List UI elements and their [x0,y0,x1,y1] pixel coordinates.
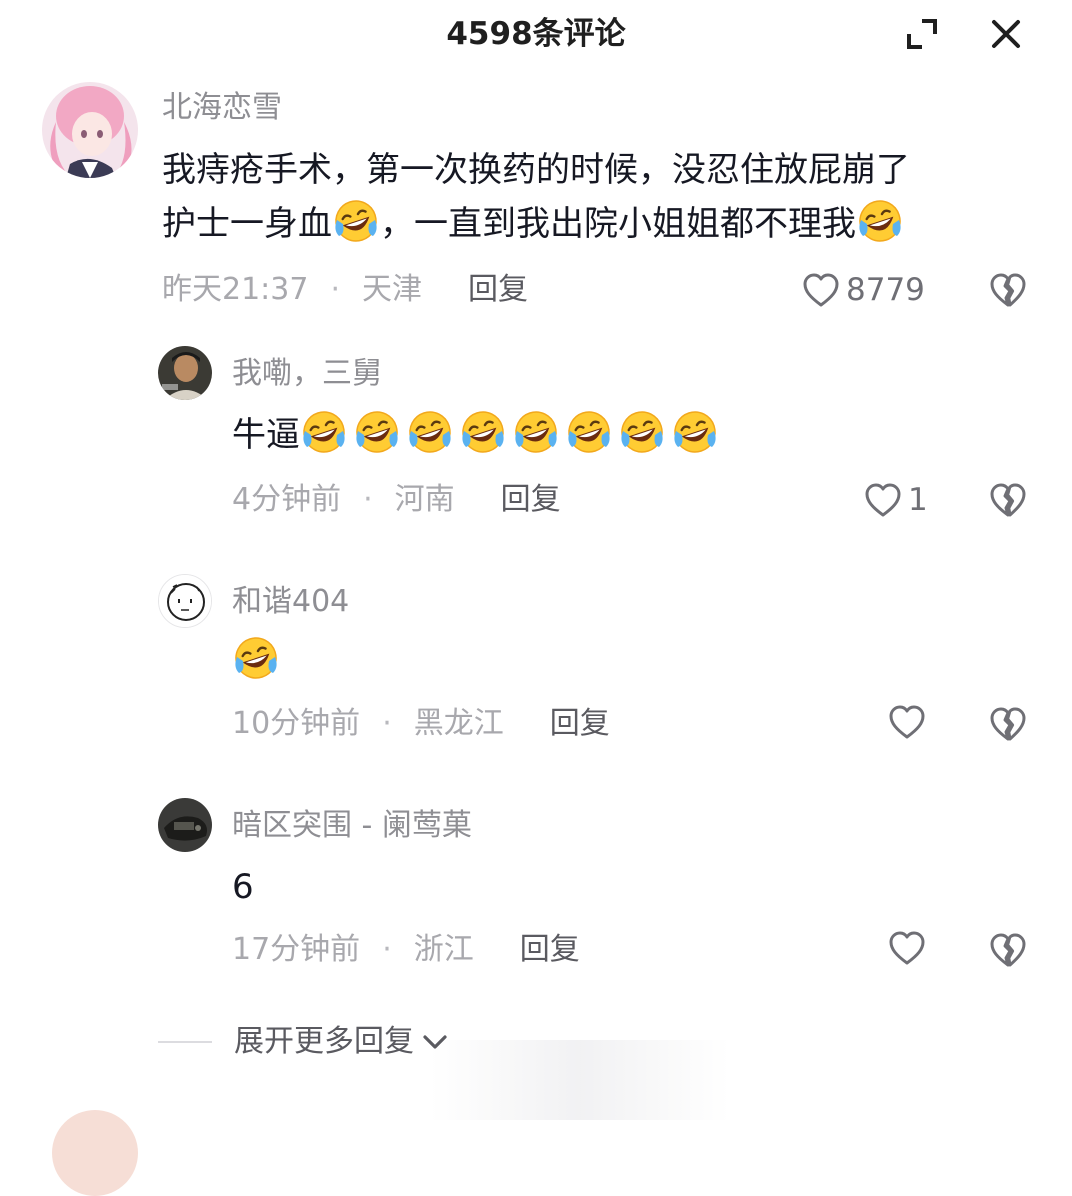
laughing-crying-emoji-icon [233,635,279,681]
laughing-crying-emoji-icon [672,409,718,455]
laughing-crying-emoji-icon [857,198,903,244]
laughing-crying-emoji-icon [354,409,400,455]
separator-dot: · [363,482,373,517]
reply-meta: 4分钟前 · 河南 回复 [232,480,561,520]
reply-username[interactable]: 暗区突围 - 阑莺菓 [232,806,472,846]
heart-outline-icon [888,930,932,966]
reply-meta: 17分钟前 · 浙江 回复 [232,930,580,970]
close-icon[interactable] [986,14,1026,54]
reply-meta: 10分钟前 · 黑龙江 回复 [232,704,610,744]
avatar[interactable] [52,1110,138,1196]
divider-line [158,1041,212,1043]
avatar[interactable] [158,798,212,852]
heart-outline-icon [888,704,932,740]
reply-username[interactable]: 我嘞，三舅 [232,354,382,394]
broken-heart-icon[interactable] [988,480,1028,520]
heart-outline-icon [802,272,846,308]
laughing-crying-emoji-icon [407,409,453,455]
avatar[interactable] [42,82,138,178]
laughing-crying-emoji-icon [566,409,612,455]
comments-header: 4598条评论 [0,0,1072,72]
reply-text: 6 [232,867,254,907]
reply-location: 黑龙江 [413,706,504,741]
reply-button[interactable]: 回复 [468,270,528,310]
reply-button[interactable]: 回复 [550,704,610,744]
reply-username[interactable]: 和谐404 [232,582,349,622]
comment-text-part-b: ，一直到我出院小姐姐都不理我 [380,204,856,244]
laughing-crying-emoji-icon [460,409,506,455]
separator-dot: · [330,272,341,307]
laughing-crying-emoji-icon [619,409,665,455]
like-count: 1 [908,482,928,518]
comment-time: 昨天21:37 [162,272,309,307]
comment-content-line-2: 护士一身血 ，一直到我出院小姐姐都不理我 [162,197,904,251]
reply-time: 10分钟前 [232,706,361,741]
reply-content [232,634,285,688]
comment-text-part-a: 护士一身血 [162,204,332,244]
like-button[interactable]: 1 [864,480,928,520]
like-button[interactable] [888,930,932,966]
reply-time: 4分钟前 [232,482,342,517]
broken-heart-icon[interactable] [988,270,1028,310]
expand-icon[interactable] [902,14,942,54]
laughing-crying-emoji-icon [333,198,379,244]
like-count: 8779 [846,272,925,308]
avatar[interactable] [158,346,212,400]
emoji-group [232,637,285,681]
separator-dot: · [382,706,392,741]
reply-button[interactable]: 回复 [501,480,561,520]
comment-location: 天津 [362,272,423,307]
emoji-group [300,411,724,455]
expand-replies-button[interactable]: 展开更多回复 [158,1022,450,1062]
loading-fade [430,1040,730,1120]
reply-location: 河南 [394,482,455,517]
reply-time: 17分钟前 [232,932,361,967]
expand-replies-label: 展开更多回复 [234,1024,414,1059]
comment-username[interactable]: 北海恋雪 [162,88,282,128]
reply-button[interactable]: 回复 [520,930,580,970]
comment-meta: 昨天21:37 · 天津 回复 [162,270,528,310]
avatar[interactable] [158,574,212,628]
reply-text: 牛逼 [232,415,300,455]
comment-content-line-1: 我痔疮手术，第一次换药的时候，没忍住放屁崩了 [162,150,910,190]
separator-dot: · [382,932,392,967]
reply-content: 6 [232,860,254,914]
broken-heart-icon[interactable] [988,704,1028,744]
reply-location: 浙江 [413,932,474,967]
heart-outline-icon [864,482,908,518]
laughing-crying-emoji-icon [301,409,347,455]
reply-content: 牛逼 [232,408,724,462]
like-button[interactable]: 8779 [802,270,925,310]
broken-heart-icon[interactable] [988,930,1028,970]
chevron-down-icon [414,1027,450,1057]
like-button[interactable] [888,704,932,740]
laughing-crying-emoji-icon [513,409,559,455]
